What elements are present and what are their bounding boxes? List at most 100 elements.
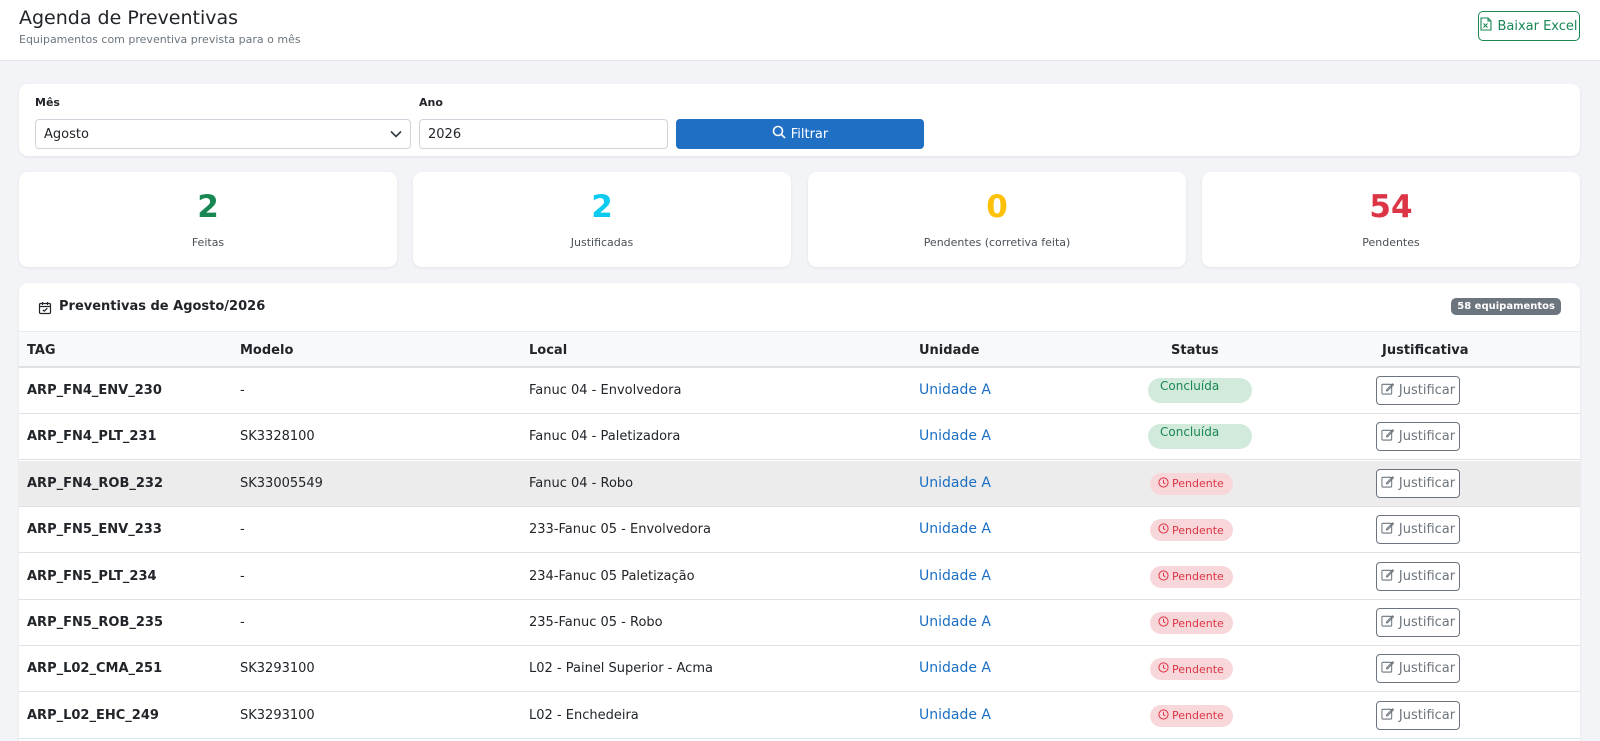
clock-icon bbox=[1158, 616, 1169, 630]
edit-icon bbox=[1381, 521, 1395, 538]
cell-local: 234-Fanuc 05 Paletização bbox=[529, 568, 695, 584]
month-select[interactable]: Agosto bbox=[35, 119, 411, 149]
edit-icon bbox=[1381, 428, 1395, 445]
clock-icon bbox=[1158, 662, 1169, 676]
cell-local: 233-Fanuc 05 - Envolvedora bbox=[529, 522, 711, 538]
status-badge-pendente: Pendente bbox=[1150, 519, 1233, 542]
cell-modelo: - bbox=[240, 383, 245, 398]
file-excel-icon bbox=[1480, 17, 1493, 35]
justificar-label: Justificar bbox=[1398, 615, 1456, 630]
table-row: ARP_FN5_ENV_233 - 233-Fanuc 05 - Envolvedo… bbox=[19, 507, 1580, 554]
month-value: Agosto bbox=[44, 126, 89, 142]
status-label: Pendente bbox=[1172, 662, 1224, 676]
cell-modelo: - bbox=[240, 522, 245, 538]
cell-local: Fanuc 04 - Paletizadora bbox=[529, 429, 681, 445]
status-label: Pendente bbox=[1172, 709, 1224, 723]
table-row: ARP_FN5_ROB_235 - 235-Fanuc 05 - Robo Unida… bbox=[19, 600, 1580, 646]
table-row: ARP_L02_EHC_249 SK3293100 L02 - Enchedeira… bbox=[19, 692, 1580, 739]
cell-modelo: SK3293100 bbox=[240, 661, 315, 677]
cell-local: L02 - Enchedeira bbox=[529, 707, 639, 723]
year-input[interactable]: 2026 bbox=[419, 119, 668, 149]
status-label: Pendente bbox=[1172, 570, 1224, 584]
table-row: ARP_FN4_ROB_232 SK33005549 Fanuc 04 - Robo… bbox=[19, 460, 1580, 507]
filter-button-label: Filtrar bbox=[790, 126, 829, 142]
stat-label: Pendentes bbox=[1362, 236, 1420, 249]
status-badge-pendente: Pendente bbox=[1150, 658, 1233, 681]
stat-card-pendentes: 54 Pendentes bbox=[1202, 172, 1580, 267]
column-header-local: Local bbox=[529, 343, 568, 358]
table-row: ARP_FN5_PLT_234 - 234-Fanuc 05 Paletização… bbox=[19, 553, 1580, 600]
stat-value: 2 bbox=[197, 189, 219, 225]
justificar-label: Justificar bbox=[1398, 522, 1456, 538]
justificar-label: Justificar bbox=[1398, 429, 1456, 445]
stat-value: 54 bbox=[1369, 189, 1413, 225]
justificar-button[interactable]: Justificar bbox=[1376, 468, 1460, 498]
page-title: Agenda de Preventivas bbox=[19, 7, 239, 29]
justificar-label: Justificar bbox=[1398, 475, 1456, 491]
stat-value: 0 bbox=[986, 189, 1008, 225]
justificar-button[interactable]: Justificar bbox=[1376, 608, 1460, 637]
justificar-button[interactable]: Justificar bbox=[1376, 515, 1460, 545]
cell-local: L02 - Painel Superior - Acma bbox=[529, 661, 713, 677]
justificar-label: Justificar bbox=[1398, 707, 1456, 723]
cell-tag: ARP_FN5_ROB_235 bbox=[27, 615, 164, 630]
unidade-link[interactable]: Unidade A bbox=[919, 568, 991, 584]
cell-modelo: SK33005549 bbox=[240, 475, 323, 491]
unidade-link[interactable]: Unidade A bbox=[919, 660, 991, 676]
status-badge-pendente: Pendente bbox=[1150, 472, 1233, 495]
cell-local: Fanuc 04 - Envolvedora bbox=[529, 383, 682, 398]
edit-icon bbox=[1381, 382, 1395, 399]
status-badge-concluida: Concluída bbox=[1148, 378, 1252, 403]
unidade-link[interactable]: Unidade A bbox=[919, 521, 991, 537]
justificar-button[interactable]: Justificar bbox=[1376, 700, 1460, 730]
stat-card-pendentes-corretiva: 0 Pendentes (corretiva feita) bbox=[808, 172, 1186, 267]
column-header-modelo: Modelo bbox=[240, 343, 294, 358]
column-header-status: Status bbox=[1171, 343, 1219, 358]
justificar-button[interactable]: Justificar bbox=[1376, 376, 1460, 405]
cell-modelo: SK3293100 bbox=[240, 707, 315, 723]
chevron-down-icon bbox=[390, 127, 402, 142]
unidade-link[interactable]: Unidade A bbox=[919, 428, 991, 444]
cell-tag: ARP_FN5_ENV_233 bbox=[27, 522, 162, 538]
unidade-link[interactable]: Unidade A bbox=[919, 475, 991, 491]
status-label: Pendente bbox=[1172, 477, 1224, 491]
unidade-link[interactable]: Unidade A bbox=[919, 707, 991, 723]
cell-tag: ARP_FN4_ROB_232 bbox=[27, 475, 164, 491]
table-row: ARP_FN4_ENV_230 - Fanuc 04 - Envolvedora Un… bbox=[19, 368, 1580, 414]
edit-icon bbox=[1381, 475, 1395, 492]
unidade-link[interactable]: Unidade A bbox=[919, 614, 991, 630]
search-icon bbox=[772, 125, 786, 143]
status-badge-concluida: Concluída bbox=[1148, 424, 1252, 450]
page-subtitle: Equipamentos com preventiva prevista par… bbox=[19, 33, 301, 46]
column-header-unidade: Unidade bbox=[919, 343, 980, 358]
justificar-label: Justificar bbox=[1398, 661, 1456, 677]
justificar-button[interactable]: Justificar bbox=[1376, 422, 1460, 452]
equipment-count-badge: 58 equipamentos bbox=[1451, 298, 1561, 315]
filter-button[interactable]: Filtrar bbox=[676, 119, 924, 149]
table-row: ARP_L02_CMA_251 SK3293100 L02 - Painel Sup… bbox=[19, 646, 1580, 693]
filter-card: Mês Agosto Ano 2026 Filtrar bbox=[19, 84, 1580, 156]
justificar-button[interactable]: Justificar bbox=[1376, 654, 1460, 684]
stat-value: 2 bbox=[591, 189, 613, 225]
cell-modelo: - bbox=[240, 615, 245, 630]
download-excel-button[interactable]: Baixar Excel bbox=[1478, 11, 1580, 41]
edit-icon bbox=[1381, 707, 1395, 724]
clock-icon bbox=[1158, 523, 1169, 537]
stat-card-feitas: 2 Feitas bbox=[19, 172, 397, 267]
column-header-tag: TAG bbox=[27, 343, 56, 358]
cell-tag: ARP_L02_CMA_251 bbox=[27, 661, 163, 677]
cell-tag: ARP_FN4_ENV_230 bbox=[27, 383, 162, 398]
edit-icon bbox=[1381, 660, 1395, 677]
stat-label: Justificadas bbox=[570, 236, 634, 249]
cell-modelo: SK3328100 bbox=[240, 429, 315, 445]
edit-icon bbox=[1381, 568, 1395, 585]
stat-label: Feitas bbox=[191, 236, 225, 249]
year-label: Ano bbox=[419, 96, 443, 109]
cell-modelo: - bbox=[240, 568, 245, 584]
calendar-check-icon bbox=[38, 300, 52, 315]
justificar-button[interactable]: Justificar bbox=[1376, 561, 1460, 591]
unidade-link[interactable]: Unidade A bbox=[919, 382, 991, 398]
table-row: ARP_FN4_PLT_231 SK3328100 Fanuc 04 - Palet… bbox=[19, 414, 1580, 461]
justificar-label: Justificar bbox=[1398, 568, 1456, 584]
cell-local: Fanuc 04 - Robo bbox=[529, 475, 634, 491]
